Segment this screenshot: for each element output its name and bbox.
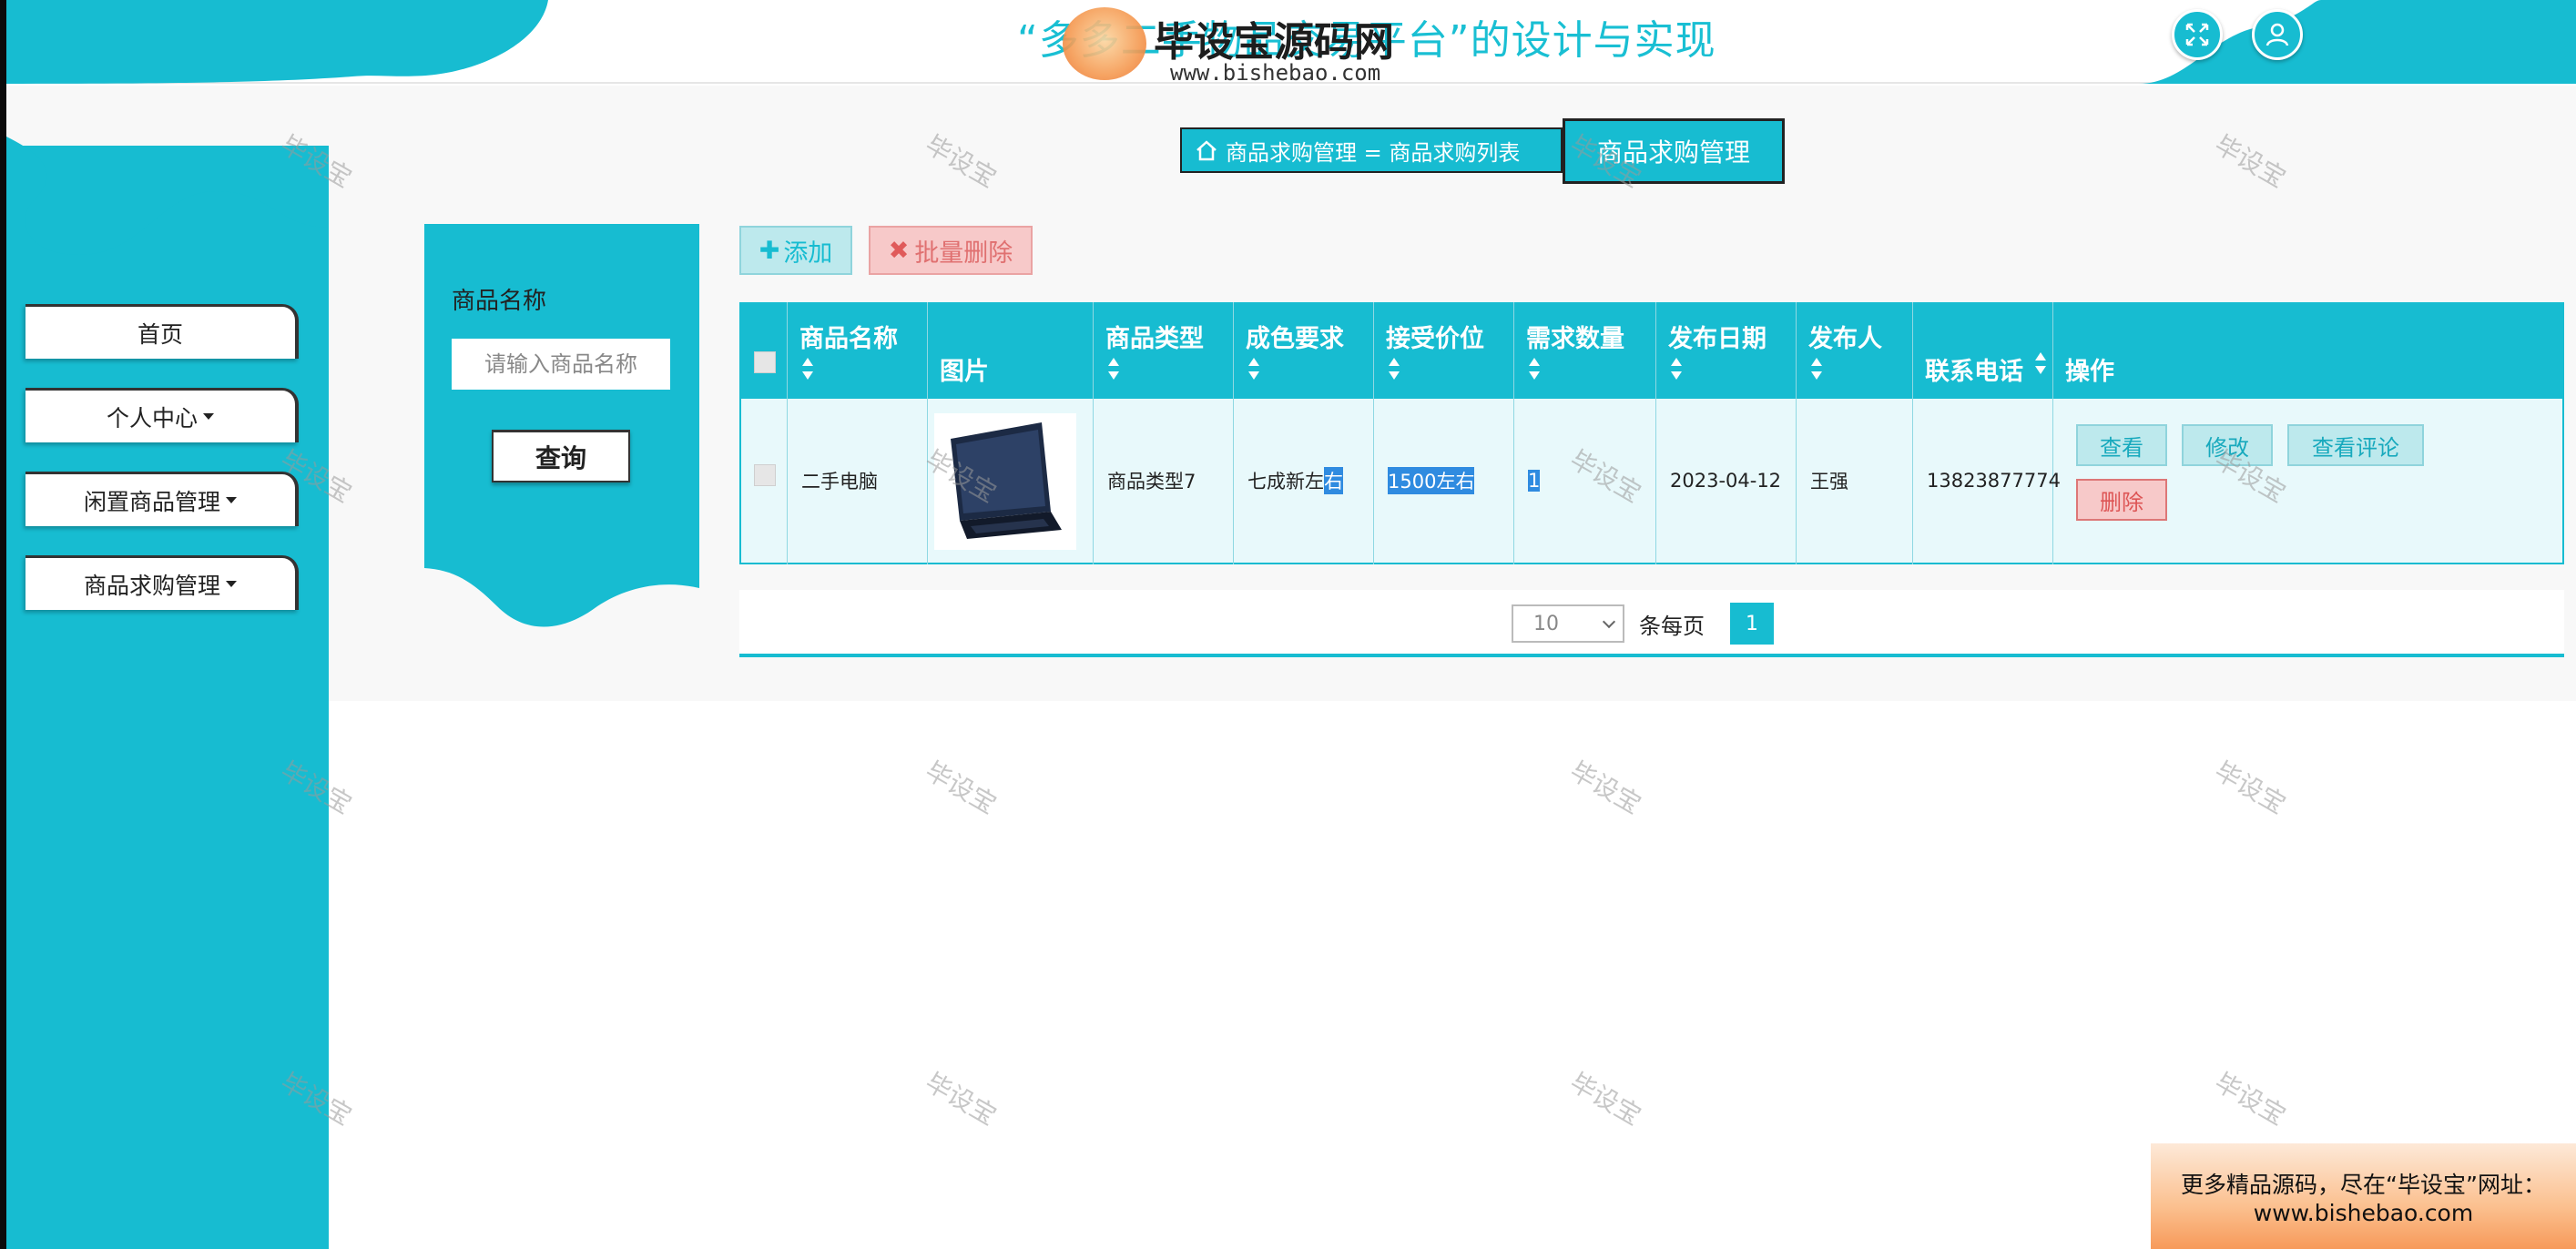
watermark-logo-text: 毕设宝源码网 xyxy=(1154,19,1394,66)
add-button[interactable]: ✚ 添加 xyxy=(739,226,852,275)
promo-banner[interactable]: 更多精品源码，尽在“毕设宝”网址： www.bishebao.com xyxy=(2151,1143,2576,1249)
cell-price: 1500左右 xyxy=(1388,397,1475,564)
sidebar-item-personal-center[interactable]: 个人中心 xyxy=(25,388,299,442)
user-button[interactable] xyxy=(2252,9,2303,60)
fullscreen-button[interactable] xyxy=(2172,9,2223,60)
edit-button[interactable]: 修改 xyxy=(2182,424,2273,466)
watermark: 毕设宝 xyxy=(920,1067,1002,1132)
page-size-select[interactable]: 10 xyxy=(1512,604,1624,643)
view-comments-button[interactable]: 查看评论 xyxy=(2287,424,2424,466)
breadcrumb-path: 商品求购管理 = 商品求购列表 xyxy=(1226,139,1521,166)
per-page-label: 条每页 xyxy=(1639,614,1705,639)
sort-icon[interactable] xyxy=(1528,357,1541,381)
watermark-logo: 毕设宝源码网 www.bishebao.com xyxy=(1063,5,1573,87)
column-header-image: 图片 xyxy=(940,358,989,386)
close-icon: ✖ xyxy=(888,236,910,265)
header: “多多二手物品交易平台”的设计与实现 毕设宝源码网 www.bishebao.c… xyxy=(6,0,2576,87)
pagination: 10 条每页 1 xyxy=(739,590,2564,657)
column-header-name[interactable]: 商品名称 xyxy=(787,302,927,397)
sort-icon[interactable] xyxy=(1810,357,1823,381)
cell-type: 商品类型7 xyxy=(1107,471,1196,492)
header-decoration-right xyxy=(2139,0,2576,84)
logo-circle-icon xyxy=(1063,7,1146,80)
watermark-logo-url: www.bishebao.com xyxy=(1170,60,1381,86)
cell-phone: 13823877774 xyxy=(1927,470,2061,492)
sort-icon[interactable] xyxy=(1670,357,1683,381)
user-icon xyxy=(2265,23,2289,46)
promo-line-2: www.bishebao.com xyxy=(2253,1199,2474,1226)
sidebar-item-label: 闲置商品管理 xyxy=(83,488,220,515)
column-header-phone[interactable]: 联系电话 xyxy=(1912,302,2052,397)
sidebar-item-label: 首页 xyxy=(137,320,183,348)
selected-text: 右 xyxy=(1324,467,1343,494)
view-button[interactable]: 查看 xyxy=(2076,424,2167,466)
column-header-date[interactable]: 发布日期 xyxy=(1655,302,1796,397)
column-header-condition[interactable]: 成色要求 xyxy=(1233,302,1373,397)
selected-text: 1500左右 xyxy=(1388,467,1475,494)
sort-icon[interactable] xyxy=(1107,357,1120,381)
column-header-price[interactable]: 接受价位 xyxy=(1373,302,1513,397)
sidebar-item-purchase-requests[interactable]: 商品求购管理 xyxy=(25,555,299,610)
watermark: 毕设宝 xyxy=(920,756,1002,820)
cell-condition-text: 七成新左 xyxy=(1247,471,1324,492)
cell-condition: 七成新左右 xyxy=(1247,397,1343,564)
caret-down-icon xyxy=(226,581,237,587)
watermark: 毕设宝 xyxy=(1564,1067,1646,1132)
search-label: 商品名称 xyxy=(452,288,547,315)
watermark: 毕设宝 xyxy=(2209,756,2291,820)
cell-name: 二手电脑 xyxy=(801,471,878,492)
batch-delete-button[interactable]: ✖ 批量删除 xyxy=(869,226,1033,275)
sidebar-item-idle-goods[interactable]: 闲置商品管理 xyxy=(25,472,299,526)
select-all-checkbox[interactable] xyxy=(754,351,776,373)
selected-text: 1 xyxy=(1528,470,1541,492)
fullscreen-icon xyxy=(2185,23,2209,46)
home-icon[interactable] xyxy=(1195,138,1218,162)
column-header-actions: 操作 xyxy=(2065,358,2114,386)
caret-down-icon xyxy=(226,497,237,503)
promo-line-1: 更多精品源码，尽在“毕设宝”网址： xyxy=(2181,1171,2546,1198)
sort-icon[interactable] xyxy=(2034,351,2047,375)
sidebar-item-label: 个人中心 xyxy=(106,404,198,432)
sort-icon[interactable] xyxy=(801,357,814,381)
row-checkbox[interactable] xyxy=(754,464,776,486)
plus-icon: ✚ xyxy=(759,236,780,265)
sidebar-item-home[interactable]: 首页 xyxy=(25,304,299,359)
watermark: 毕设宝 xyxy=(1564,756,1646,820)
cell-date: 2023-04-12 xyxy=(1670,470,1782,492)
app-root: “多多二手物品交易平台”的设计与实现 毕设宝源码网 www.bishebao.c… xyxy=(0,0,2576,1249)
watermark: 毕设宝 xyxy=(2209,1067,2291,1132)
page-number-1[interactable]: 1 xyxy=(1730,603,1774,645)
cell-publisher: 王强 xyxy=(1810,471,1848,492)
column-header-quantity[interactable]: 需求数量 xyxy=(1513,302,1655,397)
add-button-label: 添加 xyxy=(783,239,833,268)
search-input[interactable] xyxy=(452,339,670,390)
search-button[interactable]: 查询 xyxy=(492,430,630,482)
window-edge xyxy=(0,0,6,1249)
breadcrumb: 商品求购管理 = 商品求购列表 xyxy=(1180,127,1563,173)
delete-button[interactable]: 删除 xyxy=(2076,479,2167,521)
chevron-down-icon xyxy=(1602,614,1616,629)
caret-down-icon xyxy=(203,413,214,420)
sort-icon[interactable] xyxy=(1388,357,1400,381)
product-image[interactable] xyxy=(934,413,1076,550)
breadcrumb-current: 商品求购管理 xyxy=(1563,118,1785,184)
header-decoration-left xyxy=(6,0,548,84)
batch-delete-label: 批量删除 xyxy=(914,239,1013,268)
cell-quantity: 1 xyxy=(1528,397,1541,564)
column-header-publisher[interactable]: 发布人 xyxy=(1796,302,1912,397)
page-size-value: 10 xyxy=(1533,612,1559,635)
sort-icon[interactable] xyxy=(1247,357,1260,381)
column-header-type[interactable]: 商品类型 xyxy=(1093,302,1233,397)
laptop-image xyxy=(934,413,1076,550)
sidebar-item-label: 商品求购管理 xyxy=(83,572,220,599)
sidebar-decoration xyxy=(6,137,329,273)
